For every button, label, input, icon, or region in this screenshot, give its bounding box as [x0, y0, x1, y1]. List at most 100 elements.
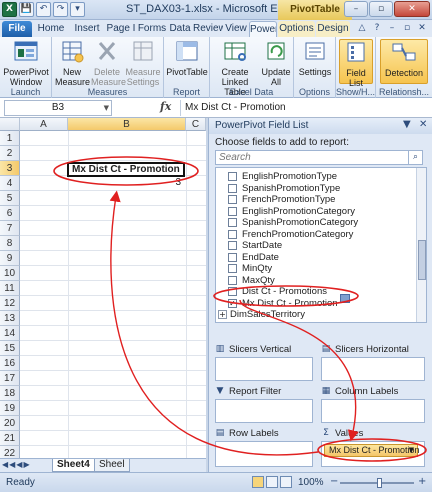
field-item[interactable]: EndDate	[216, 252, 412, 263]
slicers-horizontal-drop-zone[interactable]	[321, 357, 425, 381]
field-item[interactable]: EnglishPromotionCategory	[216, 206, 412, 217]
row-header[interactable]: 8	[0, 236, 20, 251]
settings-button[interactable]: Settings	[296, 39, 334, 77]
expand-icon[interactable]: +	[218, 310, 227, 319]
row-header[interactable]: 14	[0, 326, 20, 341]
excel-app-icon[interactable]: X	[2, 2, 17, 17]
minimize-workbook-icon[interactable]: –	[386, 22, 398, 34]
tab-insert[interactable]: Insert	[69, 21, 105, 37]
field-checkbox[interactable]: ✓	[228, 298, 237, 308]
minimize-button[interactable]: –	[344, 1, 368, 17]
field-item[interactable]: MinQty	[216, 263, 412, 274]
tab-options[interactable]: Options	[278, 21, 315, 37]
zoom-out-icon[interactable]: −	[330, 476, 338, 487]
field-item[interactable]: MaxQty	[216, 275, 412, 286]
row-header[interactable]: 22	[0, 446, 20, 458]
detection-button[interactable]: Detection	[380, 39, 428, 84]
select-all-corner[interactable]	[0, 118, 20, 131]
field-checkbox[interactable]	[228, 218, 237, 227]
field-list-scroll-thumb[interactable]	[418, 240, 426, 280]
field-search-input[interactable]: Search ⌕	[215, 150, 423, 165]
field-checkbox[interactable]	[228, 195, 237, 204]
page-break-view-icon[interactable]	[280, 476, 292, 488]
cell-b3[interactable]: Mx Dist Ct - Promotion	[67, 162, 185, 177]
field-item[interactable]: EnglishPromotionType	[216, 171, 412, 182]
zoom-in-icon[interactable]: +	[418, 476, 426, 487]
row-header[interactable]: 2	[0, 146, 20, 161]
field-item[interactable]: ✓ Mx Dist Ct - Promotion	[216, 298, 412, 309]
redo-icon[interactable]: ↷	[53, 2, 68, 17]
field-checkbox[interactable]	[228, 206, 237, 216]
panel-options-icon[interactable]: ▼	[403, 119, 411, 130]
table-item[interactable]: +FactInternetSales	[216, 321, 412, 322]
normal-view-icon[interactable]	[252, 476, 264, 488]
delete-measure-button[interactable]: Delete Measure	[91, 39, 126, 87]
row-header[interactable]: 10	[0, 266, 20, 281]
chevron-down-icon[interactable]: ▼	[104, 101, 109, 115]
search-icon[interactable]: ⌕	[408, 151, 422, 164]
field-item[interactable]: FrenchPromotionType	[216, 194, 412, 205]
tab-powerpivot[interactable]: Power	[249, 21, 277, 37]
row-header[interactable]: 21	[0, 431, 20, 446]
row-header[interactable]: 15	[0, 341, 20, 356]
page-layout-view-icon[interactable]	[266, 476, 278, 488]
row-header[interactable]: 20	[0, 416, 20, 431]
field-checkbox[interactable]	[228, 264, 237, 273]
save-icon[interactable]: 💾	[19, 2, 34, 17]
field-checkbox[interactable]	[228, 275, 237, 285]
field-checkbox[interactable]	[228, 241, 237, 250]
field-checkbox[interactable]	[228, 229, 237, 239]
worksheet-grid[interactable]: A B C 1 2 3 4 5 6 7 8 9 10 11 12 13 14 15 16 17 18 19 20 21 2…	[0, 118, 206, 458]
sheet-tab-other[interactable]: Sheel	[94, 459, 130, 472]
formula-input[interactable]: Mx Dist Ct - Promotion	[180, 100, 430, 116]
row-header[interactable]: 13	[0, 311, 20, 326]
cell-b4[interactable]: 3	[67, 176, 185, 191]
field-item[interactable]: StartDate	[216, 240, 412, 251]
row-header[interactable]: 4	[0, 176, 20, 191]
row-header[interactable]: 5	[0, 191, 20, 206]
row-header[interactable]: 7	[0, 221, 20, 236]
tab-design[interactable]: Design	[316, 21, 350, 37]
row-header[interactable]: 6	[0, 206, 20, 221]
field-item[interactable]: Dist Ct - Promotions	[216, 286, 412, 297]
row-header[interactable]: 16	[0, 356, 20, 371]
report-filter-drop-zone[interactable]	[215, 399, 313, 423]
new-measure-button[interactable]: New Measure	[55, 39, 90, 87]
field-checkbox[interactable]	[228, 183, 237, 193]
column-header-b[interactable]: B	[68, 118, 186, 131]
undo-icon[interactable]: ↶	[36, 2, 51, 17]
table-item[interactable]: + DimSalesTerritory	[216, 309, 412, 320]
row-header[interactable]: 11	[0, 281, 20, 296]
column-header-c[interactable]: C	[186, 118, 206, 131]
update-all-button[interactable]: Update All	[260, 39, 292, 87]
powerpivot-window-button[interactable]: PowerPivot Window	[3, 39, 49, 87]
tab-view[interactable]: View	[224, 21, 248, 37]
values-field-chip[interactable]: Mx Dist Ct - Promotion ▼	[324, 444, 420, 457]
expand-icon[interactable]: +	[218, 321, 227, 322]
close-button[interactable]: ✕	[394, 1, 430, 17]
tab-formulas[interactable]: Forms	[137, 21, 167, 37]
measure-settings-button[interactable]: Measure Settings	[125, 39, 161, 87]
field-list-button[interactable]: Field List	[339, 39, 373, 88]
customize-qat-icon[interactable]: ▾	[70, 2, 85, 17]
row-header[interactable]: 1	[0, 131, 20, 146]
row-header[interactable]: 12	[0, 296, 20, 311]
row-header[interactable]: 9	[0, 251, 20, 266]
sheet-nav-arrows[interactable]: ◀◀◀▶	[2, 460, 31, 469]
maximize-button[interactable]: ▫	[369, 1, 393, 17]
panel-close-icon[interactable]: ✕	[419, 119, 427, 130]
field-checkbox[interactable]	[228, 287, 237, 296]
name-box[interactable]: B3 ▼	[4, 100, 112, 116]
tab-page-layout[interactable]: Page I	[106, 21, 136, 37]
row-header[interactable]: 17	[0, 371, 20, 386]
field-item[interactable]: SpanishPromotionCategory	[216, 217, 412, 228]
field-checkbox[interactable]	[228, 172, 237, 181]
field-list-scrollbar[interactable]	[416, 168, 426, 322]
column-labels-drop-zone[interactable]	[321, 399, 425, 423]
close-workbook-icon[interactable]: ✕	[416, 22, 428, 34]
chevron-down-icon[interactable]: ▼	[409, 445, 414, 456]
tab-home[interactable]: Home	[34, 21, 68, 37]
field-item[interactable]: SpanishPromotionType	[216, 183, 412, 194]
collapse-ribbon-icon[interactable]: △	[356, 22, 368, 34]
row-header[interactable]: 3	[0, 161, 20, 176]
